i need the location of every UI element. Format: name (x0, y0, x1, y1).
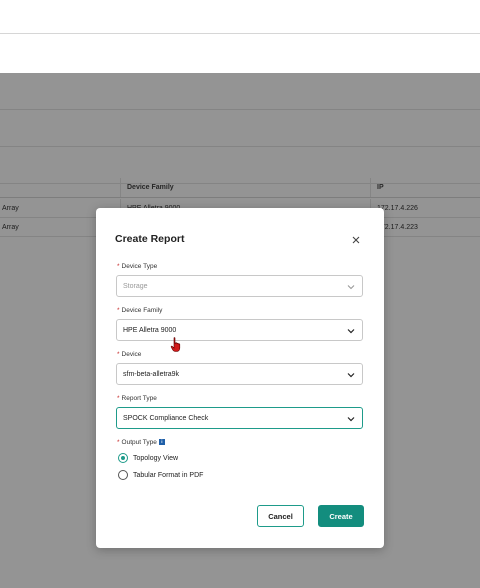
device-family-select[interactable]: HPE Alletra 9000 (116, 319, 363, 341)
chevron-down-icon (347, 329, 355, 334)
chevron-down-icon (347, 285, 355, 290)
close-button[interactable] (349, 233, 363, 247)
output-type-label: * Output Type i (117, 439, 165, 446)
device-type-label: * Device Type (117, 263, 158, 270)
close-icon (352, 236, 360, 244)
hand-pointer-cursor-icon (170, 337, 181, 352)
required-asterisk: * (117, 439, 120, 446)
top-header-bar (0, 0, 480, 34)
device-type-value: Storage (123, 282, 148, 290)
radio-label: Tabular Format in PDF (133, 471, 204, 479)
device-family-value: HPE Alletra 9000 (123, 326, 177, 334)
device-value: sfm-beta-alletra9k (123, 370, 180, 378)
radio-label: Topology View (133, 454, 179, 462)
chevron-down-icon (347, 373, 355, 378)
device-label: * Device (117, 351, 142, 358)
report-type-value: SPOCK Compliance Check (123, 414, 209, 422)
create-report-dialog: Create Report * Device Type Storage * Devi… (96, 208, 384, 548)
required-asterisk: * (117, 351, 120, 358)
device-select[interactable]: sfm-beta-alletra9k (116, 363, 363, 385)
device-family-label: * Device Family (117, 307, 163, 314)
create-button[interactable]: Create (318, 505, 364, 527)
device-type-select[interactable]: Storage (116, 275, 363, 297)
sub-header-bar (0, 35, 480, 73)
chevron-down-icon (347, 417, 355, 422)
radio-checked-icon[interactable] (118, 453, 128, 463)
cancel-button[interactable]: Cancel (257, 505, 304, 527)
required-asterisk: * (117, 395, 120, 402)
info-icon[interactable]: i (158, 439, 165, 446)
radio-topology-view[interactable]: Topology View (118, 453, 178, 463)
required-asterisk: * (117, 263, 120, 270)
report-type-select[interactable]: SPOCK Compliance Check (116, 407, 363, 429)
radio-unchecked-icon[interactable] (118, 470, 128, 480)
report-type-label: * Report Type (117, 395, 157, 402)
required-asterisk: * (117, 307, 120, 314)
radio-tabular-pdf[interactable]: Tabular Format in PDF (118, 470, 203, 480)
dialog-title: Create Report (115, 233, 185, 245)
